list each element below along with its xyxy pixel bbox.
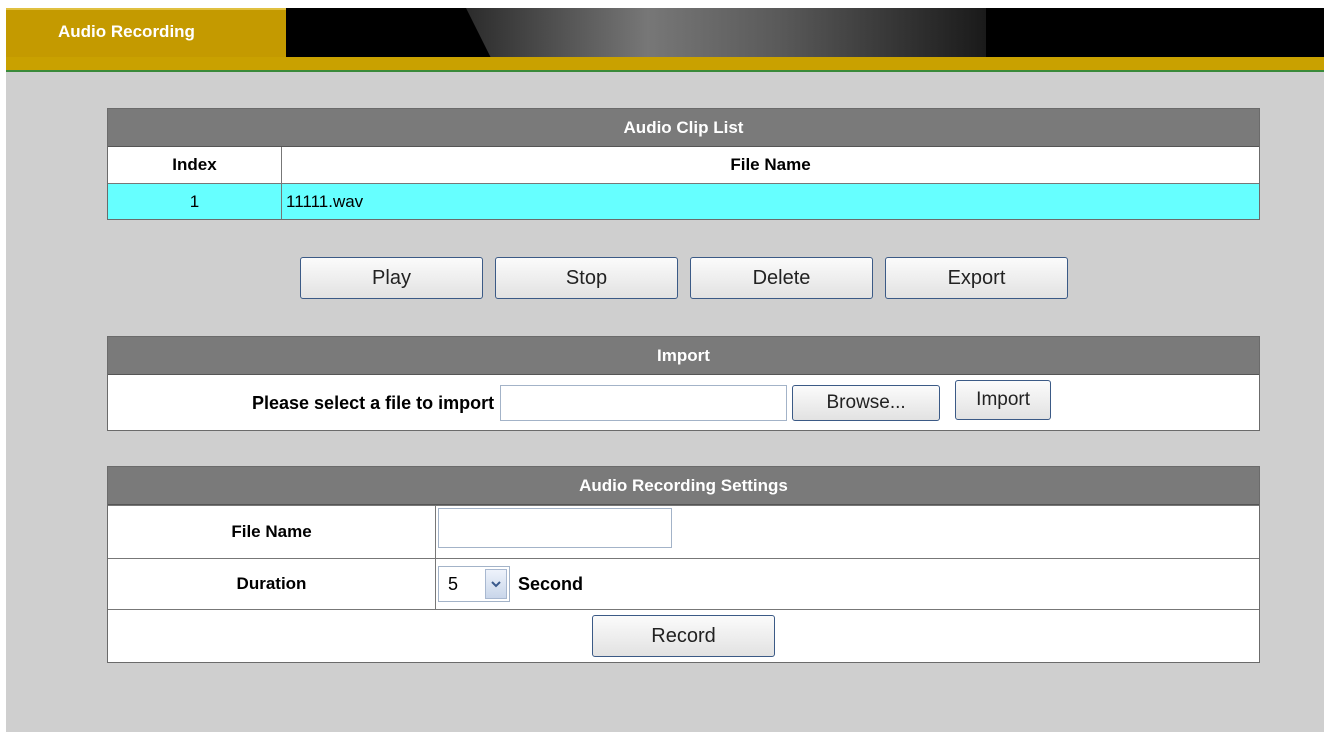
play-button[interactable]: Play (300, 257, 483, 299)
import-title: Import (108, 337, 1259, 375)
tab-label: Audio Recording (58, 22, 195, 41)
record-button[interactable]: Record (592, 615, 775, 658)
recording-settings-table: File Name Duration 5 Second Record (108, 505, 1259, 663)
row-file-name: 11111.wav (286, 191, 364, 211)
top-bar: Audio Recording (6, 8, 1324, 58)
audio-clip-list-title: Audio Clip List (108, 109, 1259, 147)
file-name-label: File Name (108, 505, 436, 559)
file-name-input[interactable] (438, 508, 672, 548)
duration-label: Duration (108, 558, 436, 610)
duration-value: 5 (448, 573, 459, 594)
import-panel: Import Please select a file to import Br… (107, 336, 1260, 431)
chevron-down-icon[interactable] (485, 569, 507, 599)
import-file-input[interactable] (500, 385, 788, 421)
stop-button[interactable]: Stop (495, 257, 678, 299)
delete-button[interactable]: Delete (690, 257, 873, 299)
import-label: Please select a file to import (252, 392, 495, 413)
browse-button[interactable]: Browse... (792, 385, 941, 421)
table-row[interactable]: 1 11111.wav (108, 183, 1259, 219)
recording-settings-panel: Audio Recording Settings File Name Durat… (107, 466, 1260, 663)
export-button[interactable]: Export (885, 257, 1068, 299)
import-row: Please select a file to import Browse...… (108, 375, 1259, 431)
main-content: Audio Clip List Index File Name 1 11111.… (6, 72, 1324, 732)
clip-actions: Play Stop Delete Export (300, 257, 1068, 299)
header-underline (6, 57, 1324, 72)
duration-select[interactable]: 5 (438, 566, 510, 602)
audio-clip-list-panel: Audio Clip List Index File Name 1 11111.… (107, 108, 1260, 220)
column-header-index: Index (108, 147, 282, 184)
audio-clip-table: Index File Name 1 11111.wav (108, 147, 1259, 219)
header-decoration (466, 8, 986, 58)
duration-unit: Second (518, 573, 584, 594)
column-header-file-name: File Name (281, 147, 1259, 184)
tab-audio-recording[interactable]: Audio Recording (6, 8, 286, 58)
import-button[interactable]: Import (955, 380, 1052, 420)
recording-settings-title: Audio Recording Settings (108, 467, 1259, 505)
row-index: 1 (108, 183, 282, 219)
